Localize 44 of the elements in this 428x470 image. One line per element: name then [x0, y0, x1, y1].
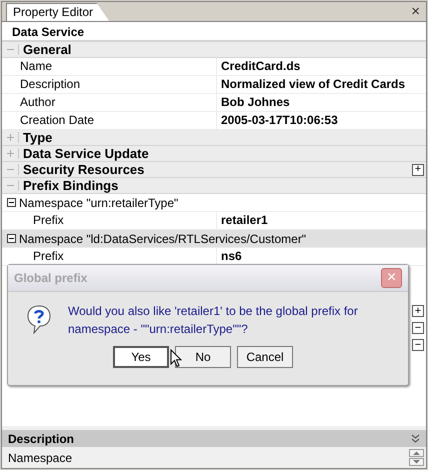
description-text: Namespace	[8, 450, 72, 466]
property-value[interactable]: 2005-03-17T10:06:53	[217, 112, 338, 129]
category-label: Data Service Update	[23, 147, 149, 160]
category-label: General	[23, 43, 72, 56]
property-value[interactable]: Bob Johnes	[217, 94, 290, 111]
add-button[interactable]: +	[412, 164, 424, 176]
property-value[interactable]: Normalized view of Credit Cards	[217, 76, 406, 93]
dialog-title: Global prefix	[14, 270, 88, 287]
property-name: Prefix	[2, 212, 217, 229]
namespace-label: Namespace "urn:retailerType"	[19, 196, 178, 208]
remove-button[interactable]: −	[412, 322, 424, 334]
dialog-message: Would you also like 'retailer1' to be the global prefix for namespace - ""urn:retailerType""?	[68, 303, 359, 338]
dialog-button[interactable]: Yes	[113, 346, 169, 368]
category-row[interactable]: General	[2, 42, 426, 58]
scroll-up-icon[interactable]	[409, 449, 424, 457]
category-row[interactable]: Security Resources +	[2, 162, 426, 178]
description-title: Description	[8, 430, 74, 448]
namespace-label: Namespace "ld:DataServices/RTLServices/Customer"	[19, 232, 306, 244]
question-icon	[26, 304, 52, 334]
property-name: Author	[2, 94, 217, 111]
category-row[interactable]: Type	[2, 130, 426, 146]
dialog-button[interactable]: Cancel	[237, 346, 293, 368]
collapse-icon[interactable]	[7, 198, 16, 207]
close-button[interactable]: ×	[411, 4, 420, 19]
property-editor-tab[interactable]: Property Editor	[6, 3, 110, 21]
remove-button[interactable]: −	[412, 339, 424, 351]
property-value[interactable]: retailer1	[217, 212, 268, 229]
category-row[interactable]: Prefix Bindings	[2, 178, 426, 194]
category-label: Prefix Bindings	[23, 179, 118, 192]
category-label: Security Resources	[23, 163, 144, 176]
collapse-icon[interactable]	[7, 234, 16, 243]
property-value[interactable]: CreditCard.ds	[217, 58, 300, 75]
property-name: Name	[2, 58, 217, 75]
add-button[interactable]: +	[412, 305, 424, 317]
dialog-button[interactable]: No	[175, 346, 231, 368]
scroll-down-icon[interactable]	[409, 458, 424, 466]
property-value[interactable]: ns6	[217, 248, 242, 265]
category-row[interactable]: Data Service Update	[2, 146, 426, 162]
collapse-icon[interactable]	[411, 434, 420, 443]
property-name: Description	[2, 76, 217, 93]
cursor-icon	[170, 349, 182, 368]
namespace-row[interactable]: Namespace "ld:DataServices/RTLServices/Customer"	[2, 230, 426, 248]
category-label: Type	[23, 131, 52, 144]
property-name: Creation Date	[2, 112, 217, 129]
